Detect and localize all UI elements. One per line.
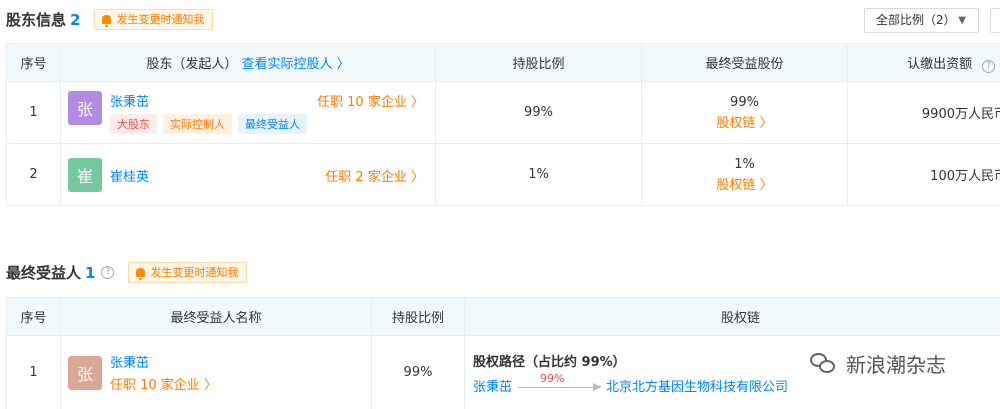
holder-cell: 崔 崔桂英 任职 2 家企业 〉 bbox=[60, 143, 436, 206]
capital-value: 9900万人民币 bbox=[847, 81, 1000, 144]
table-row: 1 张 张秉茁 任职 10 家企业 〉 大股东 实际控制人 最终受益人 99% … bbox=[6, 81, 1000, 144]
shareholders-table: 序号 股东（发起人） 查看实际控股人 〉 持股比例 最终受益股份 认缴出资额 ?… bbox=[6, 43, 1000, 206]
equity-chain-link[interactable]: 股权链 〉 bbox=[642, 112, 847, 131]
chevron-right-icon: 〉 bbox=[336, 57, 350, 72]
path-to-link[interactable]: 北京北方基因生物科技有限公司 bbox=[606, 376, 788, 395]
capital-value: 100万人民币 bbox=[847, 143, 1000, 206]
ratio-value: 1% bbox=[435, 143, 642, 206]
col-ratio: 持股比例 bbox=[435, 43, 642, 82]
path-arrow: 99% bbox=[518, 372, 603, 394]
view-controller-link[interactable]: 查看实际控股人 〉 bbox=[241, 57, 349, 72]
col-ratio: 持股比例 bbox=[371, 297, 465, 336]
watermark-text: 新浪潮杂志 bbox=[846, 353, 946, 377]
beneficial-value: 1% bbox=[734, 156, 755, 172]
watermark: 新浪潮杂志 bbox=[810, 349, 946, 378]
job-count-link[interactable]: 任职 2 家企业 〉 bbox=[325, 166, 424, 185]
arrow-right-icon bbox=[593, 383, 603, 391]
chevron-right-icon: 〉 bbox=[410, 95, 424, 110]
beneficial-value: 99% bbox=[730, 94, 759, 110]
bell-icon bbox=[136, 268, 146, 280]
col-chain: 股权链 bbox=[464, 297, 1000, 336]
holder-tags: 大股东 实际控制人 最终受益人 bbox=[110, 114, 435, 134]
shareholders-title: 股东信息 bbox=[6, 11, 67, 29]
row-no: 1 bbox=[6, 81, 61, 144]
wechat-icon bbox=[810, 352, 838, 375]
shareholders-count: 2 bbox=[70, 10, 81, 29]
table-row: 2 崔 崔桂英 任职 2 家企业 〉 1% 1% 股权链 〉 100万人民币 bbox=[6, 143, 1000, 206]
col-beneficial: 最终受益股份 bbox=[641, 43, 848, 82]
help-icon[interactable]: ? bbox=[101, 266, 115, 279]
beneficiaries-header: 最终受益人 1 ? 发生变更时通知我 bbox=[6, 262, 248, 283]
beneficiary-cell: 张 张秉茁 任职 10 家企业 〉 bbox=[60, 335, 372, 409]
col-no: 序号 bbox=[6, 297, 61, 336]
tag-actual-controller: 实际控制人 bbox=[163, 114, 232, 134]
shareholders-header: 股东信息 2 发生变更时通知我 bbox=[6, 9, 214, 30]
beneficial-cell: 1% 股权链 〉 bbox=[641, 143, 848, 206]
col-holder-label: 股东（发起人） bbox=[146, 57, 238, 72]
ratio-value: 99% bbox=[435, 81, 642, 144]
job-count-link[interactable]: 任职 10 家企业 〉 bbox=[317, 91, 424, 110]
tag-ultimate-beneficiary: 最终受益人 bbox=[238, 114, 307, 134]
notify-label: 发生变更时通知我 bbox=[116, 13, 205, 26]
view-controller-label: 查看实际控股人 bbox=[241, 57, 333, 72]
ratio-filter-select[interactable]: 全部比例（2） ▼ bbox=[864, 8, 979, 33]
bell-icon bbox=[102, 15, 112, 27]
col-capital-label: 认缴出资额 bbox=[907, 56, 973, 72]
extra-filter-button[interactable] bbox=[990, 8, 1000, 33]
chevron-right-icon: 〉 bbox=[410, 169, 424, 185]
avatar: 张 bbox=[68, 355, 102, 390]
shareholders-notify-button[interactable]: 发生变更时通知我 bbox=[94, 9, 214, 30]
equity-chain-label: 股权链 bbox=[716, 177, 756, 193]
chevron-right-icon: 〉 bbox=[759, 177, 773, 193]
ratio-filter-value: 全部比例（2） bbox=[876, 13, 956, 27]
job-count-label: 任职 10 家企业 bbox=[110, 378, 200, 393]
holder-cell: 张 张秉茁 任职 10 家企业 〉 大股东 实际控制人 最终受益人 bbox=[60, 81, 436, 144]
job-count-link[interactable]: 任职 10 家企业 〉 bbox=[110, 374, 371, 393]
col-capital[interactable]: 认缴出资额 ? ⇕ bbox=[847, 43, 1000, 82]
beneficiary-name-link[interactable]: 张秉茁 bbox=[110, 352, 371, 371]
arrow-line bbox=[518, 387, 595, 388]
beneficiaries-title: 最终受益人 bbox=[6, 264, 82, 282]
beneficiaries-notify-button[interactable]: 发生变更时通知我 bbox=[128, 262, 248, 283]
row-no: 2 bbox=[6, 143, 61, 206]
equity-path: 张秉茁 99% 北京北方基因生物科技有限公司 bbox=[473, 372, 1000, 395]
col-name: 最终受益人名称 bbox=[60, 297, 372, 336]
path-from-link[interactable]: 张秉茁 bbox=[473, 376, 512, 395]
path-percent: 99% bbox=[540, 372, 565, 385]
caret-down-icon: ▼ bbox=[958, 15, 966, 26]
notify-label: 发生变更时通知我 bbox=[150, 266, 239, 279]
job-count-label: 任职 2 家企业 bbox=[325, 169, 407, 185]
equity-chain-label: 股权链 bbox=[716, 115, 756, 131]
job-count-label: 任职 10 家企业 bbox=[317, 95, 407, 110]
beneficiaries-count: 1 bbox=[85, 263, 96, 282]
col-no: 序号 bbox=[6, 43, 61, 82]
tag-major-shareholder: 大股东 bbox=[110, 114, 157, 134]
beneficial-cell: 99% 股权链 〉 bbox=[641, 81, 848, 144]
row-no: 1 bbox=[6, 335, 61, 409]
chevron-right-icon: 〉 bbox=[759, 115, 773, 131]
ratio-value: 99% bbox=[371, 335, 465, 409]
avatar: 张 bbox=[68, 91, 102, 125]
table-header-row: 序号 股东（发起人） 查看实际控股人 〉 持股比例 最终受益股份 认缴出资额 ?… bbox=[6, 43, 1000, 82]
chevron-right-icon: 〉 bbox=[203, 378, 217, 393]
avatar: 崔 bbox=[68, 157, 102, 192]
table-header-row: 序号 最终受益人名称 持股比例 股权链 bbox=[6, 297, 1000, 336]
col-holder: 股东（发起人） 查看实际控股人 〉 bbox=[60, 43, 436, 82]
equity-chain-link[interactable]: 股权链 〉 bbox=[642, 174, 847, 193]
help-icon[interactable]: ? bbox=[982, 59, 996, 73]
